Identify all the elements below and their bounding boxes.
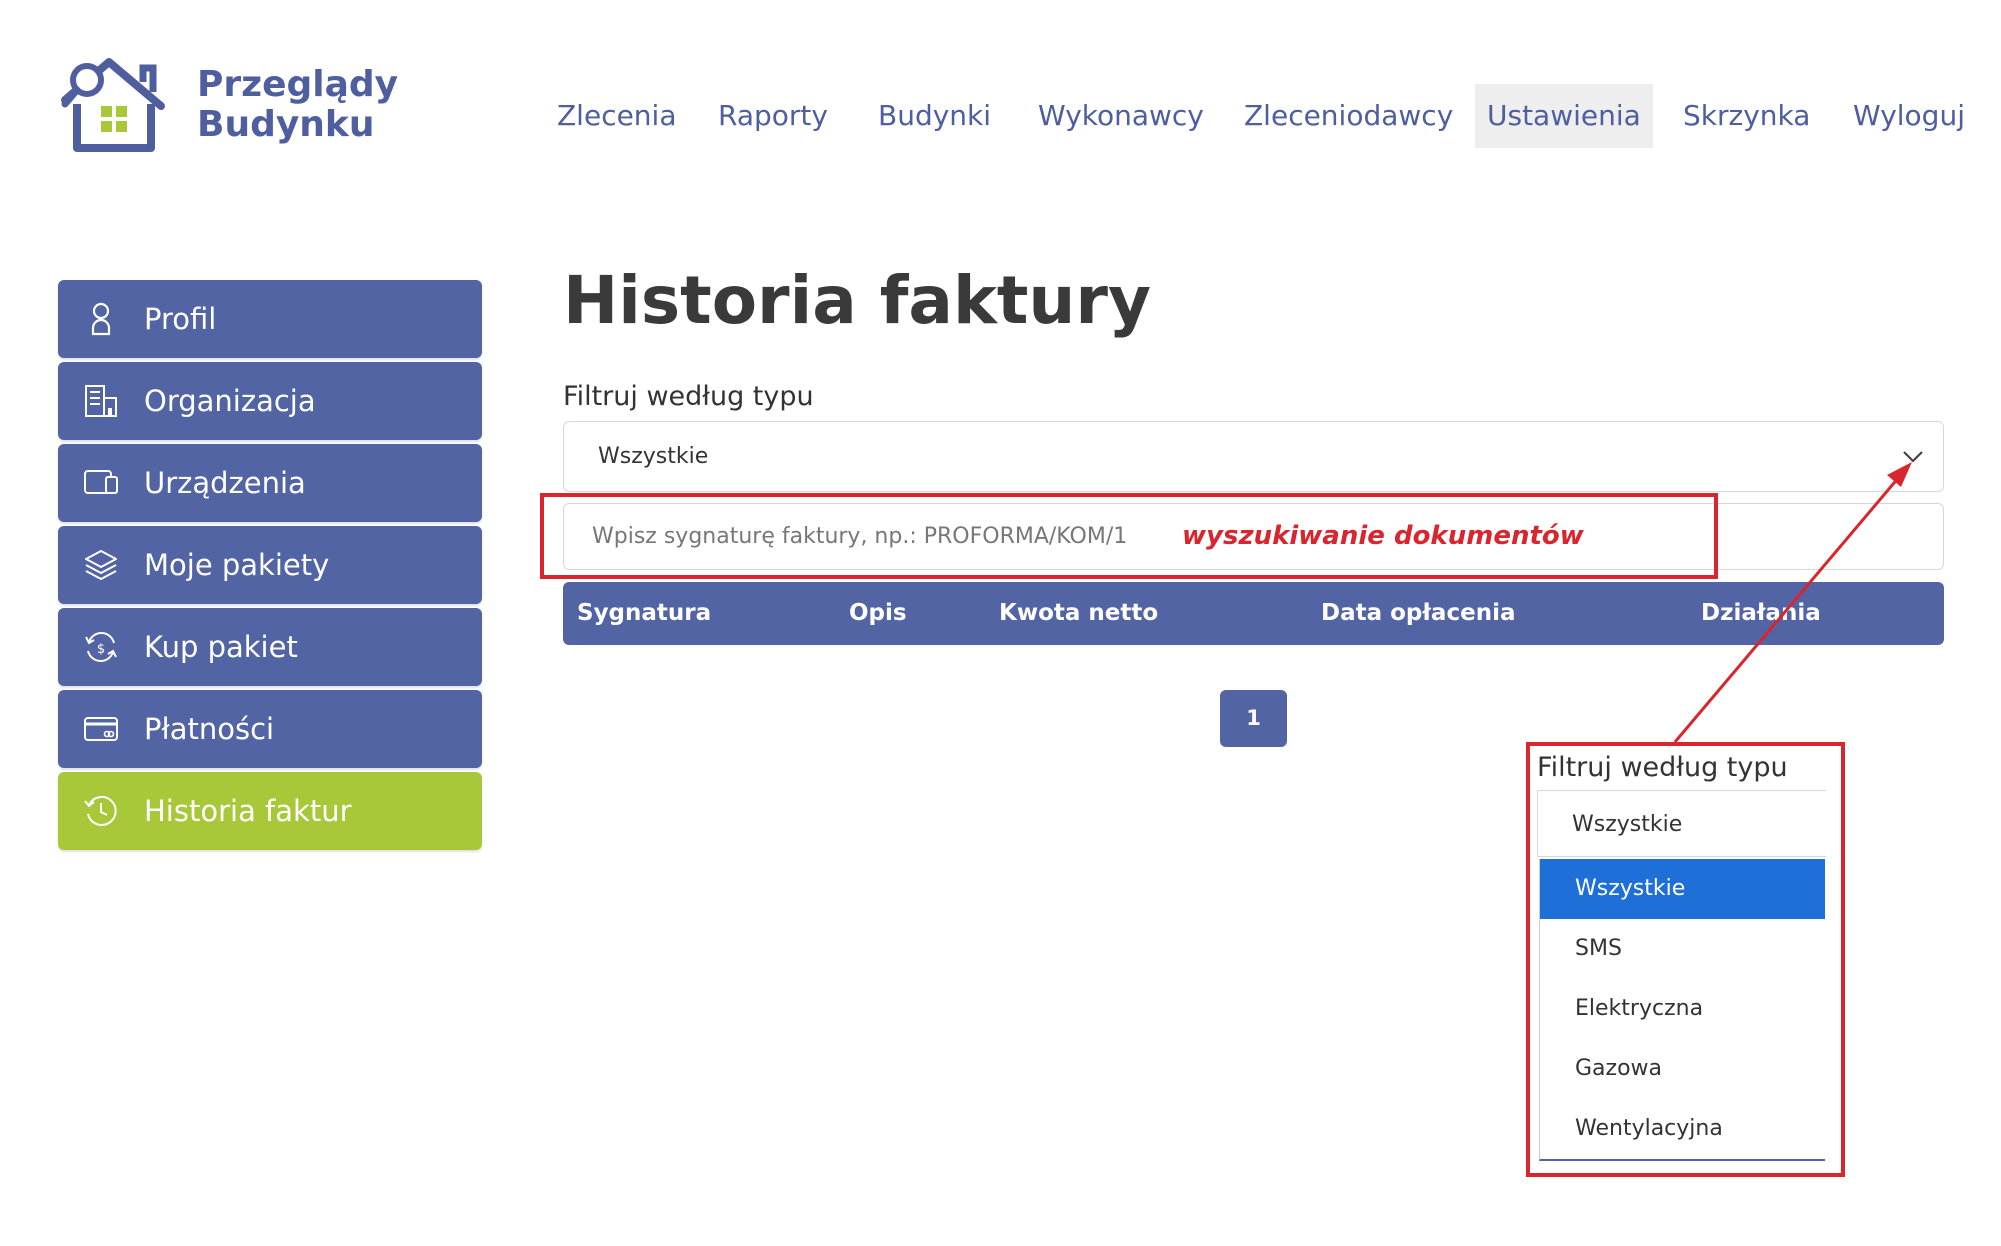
sidebar-item-moje-pakiety[interactable]: Moje pakiety: [58, 526, 482, 604]
brand-line-2: Budynku: [197, 104, 375, 145]
nav-ustawienia[interactable]: Ustawienia: [1475, 84, 1653, 148]
sidebar-item-profil[interactable]: Profil: [58, 280, 482, 358]
sidebar-item-label: Organizacja: [144, 384, 316, 418]
dropdown-example-select[interactable]: Wszystkie: [1537, 790, 1826, 857]
sidebar-item-urzadzenia[interactable]: Urządzenia: [58, 444, 482, 522]
card-icon: [58, 710, 144, 748]
brand-line-1: Przeglądy: [197, 64, 399, 105]
dropdown-example-label: Filtruj według typu: [1537, 752, 1788, 783]
sidebar-item-platnosci[interactable]: Płatności: [58, 690, 482, 768]
dropdown-options-list: Wszystkie SMS Elektryczna Gazowa Wentyla…: [1539, 859, 1825, 1161]
brand-name: Przeglądy Budynku: [197, 65, 398, 145]
column-header-data-oplacenia[interactable]: Data opłacenia: [1321, 582, 1515, 645]
dropdown-option-sms[interactable]: SMS: [1540, 919, 1825, 979]
nav-raporty[interactable]: Raporty: [706, 84, 840, 148]
svg-text:$: $: [97, 642, 105, 657]
nav-wykonawcy[interactable]: Wykonawcy: [1026, 84, 1216, 148]
devices-icon: [58, 464, 144, 502]
dropdown-option-wszystkie[interactable]: Wszystkie: [1540, 859, 1825, 919]
sidebar-item-label: Kup pakiet: [144, 630, 298, 664]
filter-type-select[interactable]: Wszystkie: [563, 421, 1944, 492]
filter-selected-value: Wszystkie: [598, 444, 709, 469]
column-header-sygnatura[interactable]: Sygnatura: [577, 582, 711, 645]
dropdown-option-elektryczna[interactable]: Elektryczna: [1540, 979, 1825, 1039]
settings-sidebar: Profil Organizacja Urządzenia Moje pakie…: [58, 280, 482, 854]
dropdown-option-gazowa[interactable]: Gazowa: [1540, 1039, 1825, 1099]
nav-wyloguj[interactable]: Wyloguj: [1841, 84, 1977, 148]
nav-zleceniodawcy[interactable]: Zleceniodawcy: [1232, 84, 1465, 148]
sidebar-item-organizacja[interactable]: Organizacja: [58, 362, 482, 440]
buy-package-icon: $: [58, 628, 144, 666]
dropdown-option-wentylacyjna[interactable]: Wentylacyjna: [1540, 1099, 1825, 1159]
annotation-label: wyszukiwanie dokumentów: [1182, 521, 1584, 551]
column-header-opis[interactable]: Opis: [849, 582, 907, 645]
column-header-dzialania[interactable]: Działania: [1701, 582, 1821, 645]
sidebar-item-label: Profil: [144, 302, 217, 336]
sidebar-item-label: Urządzenia: [144, 466, 306, 500]
sidebar-item-historia-faktur[interactable]: Historia faktur: [58, 772, 482, 850]
logo[interactable]: Przeglądy Budynku: [57, 56, 398, 154]
history-icon: [58, 792, 144, 830]
building-icon: [58, 382, 144, 420]
filter-label: Filtruj według typu: [563, 381, 814, 412]
sidebar-item-label: Historia faktur: [144, 794, 352, 828]
sidebar-item-label: Moje pakiety: [144, 548, 330, 582]
sidebar-item-kup-pakiet[interactable]: $ Kup pakiet: [58, 608, 482, 686]
column-header-kwota-netto[interactable]: Kwota netto: [999, 582, 1158, 645]
user-icon: [58, 300, 144, 338]
nav-budynki[interactable]: Budynki: [866, 84, 1003, 148]
nav-skrzynka[interactable]: Skrzynka: [1671, 84, 1822, 148]
pagination-page-button[interactable]: 1: [1220, 690, 1287, 747]
page-title: Historia faktury: [563, 262, 1151, 339]
sidebar-item-label: Płatności: [144, 712, 275, 746]
layers-icon: [58, 546, 144, 584]
nav-zlecenia[interactable]: Zlecenia: [545, 84, 689, 148]
house-logo-icon: [61, 58, 165, 152]
chevron-down-icon: [1903, 451, 1923, 463]
invoice-table-header: Sygnatura Opis Kwota netto Data opłaceni…: [563, 582, 1944, 645]
